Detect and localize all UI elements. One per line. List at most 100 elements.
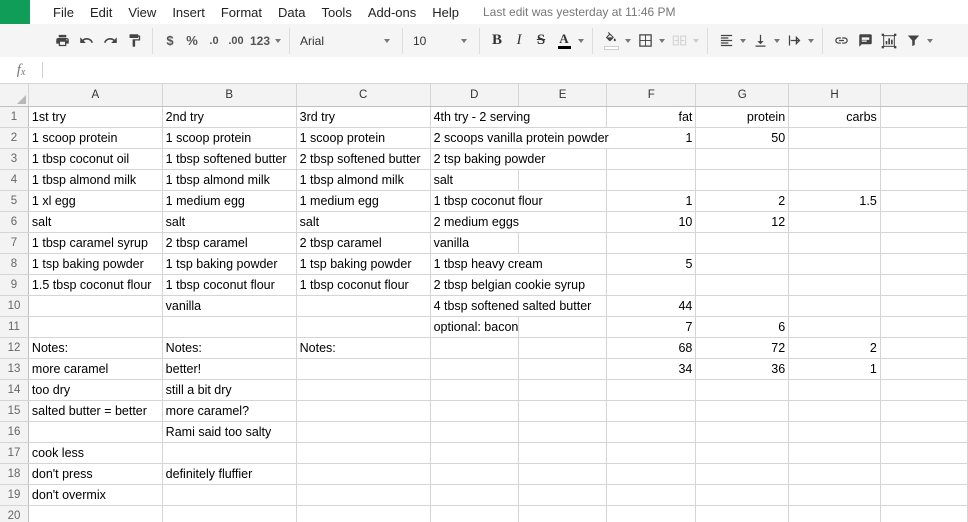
cell-B4[interactable]: 1 tbsp almond milk <box>162 169 297 191</box>
cell-D3[interactable]: 2 tsp baking powder <box>430 148 546 170</box>
cell-A14[interactable]: too dry <box>28 379 163 401</box>
cell-B7[interactable]: 2 tbsp caramel <box>162 232 297 254</box>
vertical-align-icon[interactable] <box>748 29 772 53</box>
row-header-15[interactable]: 15 <box>0 400 29 422</box>
cell-G9[interactable] <box>695 274 790 296</box>
cell-I18[interactable] <box>880 463 968 485</box>
cell-C5[interactable]: 1 medium egg <box>296 190 431 212</box>
cell-H16[interactable] <box>788 421 881 443</box>
cell-H13[interactable]: 1 <box>788 358 881 380</box>
cell-F12[interactable]: 68 <box>606 337 697 359</box>
cell-E18[interactable] <box>518 463 608 485</box>
cell-A4[interactable]: 1 tbsp almond milk <box>28 169 163 191</box>
cell-H9[interactable] <box>788 274 881 296</box>
borders-icon[interactable] <box>633 29 657 53</box>
cell-C3[interactable]: 2 tbsp softened butter <box>296 148 431 170</box>
cell-C6[interactable]: salt <box>296 211 431 233</box>
cell-F7[interactable] <box>606 232 697 254</box>
cell-G19[interactable] <box>695 484 790 506</box>
cell-B15[interactable]: more caramel? <box>162 400 297 422</box>
cell-G3[interactable] <box>695 148 790 170</box>
cell-E19[interactable] <box>518 484 608 506</box>
cell-F11[interactable]: 7 <box>606 316 697 338</box>
cell-H15[interactable] <box>788 400 881 422</box>
cell-C11[interactable] <box>296 316 431 338</box>
cell-G8[interactable] <box>695 253 790 275</box>
cell-A20[interactable] <box>28 505 163 522</box>
last-edit-status[interactable]: Last edit was yesterday at 11:46 PM <box>483 5 676 19</box>
cell-H1[interactable]: carbs <box>788 106 881 128</box>
row-header-7[interactable]: 7 <box>0 232 29 254</box>
cell-I12[interactable] <box>880 337 968 359</box>
cell-I15[interactable] <box>880 400 968 422</box>
cell-E1[interactable] <box>518 106 608 128</box>
cell-C19[interactable] <box>296 484 431 506</box>
cell-I13[interactable] <box>880 358 968 380</box>
print-icon[interactable] <box>50 29 74 53</box>
cell-F17[interactable] <box>606 442 697 464</box>
cell-F19[interactable] <box>606 484 697 506</box>
text-color-chevron-down-icon[interactable] <box>576 29 586 53</box>
row-header-4[interactable]: 4 <box>0 169 29 191</box>
cell-E14[interactable] <box>518 379 608 401</box>
cell-C4[interactable]: 1 tbsp almond milk <box>296 169 431 191</box>
row-header-13[interactable]: 13 <box>0 358 29 380</box>
menu-item-data[interactable]: Data <box>270 3 313 22</box>
cell-A7[interactable]: 1 tbsp caramel syrup <box>28 232 163 254</box>
cell-A15[interactable]: salted butter = better <box>28 400 163 422</box>
insert-link-icon[interactable] <box>829 29 853 53</box>
cell-E13[interactable] <box>518 358 608 380</box>
cell-B19[interactable] <box>162 484 297 506</box>
cell-D17[interactable] <box>430 442 519 464</box>
cell-A6[interactable]: salt <box>28 211 163 233</box>
decrease-decimal-places-button[interactable]: .0 <box>203 29 225 53</box>
column-header-i[interactable] <box>880 83 968 107</box>
cell-D18[interactable] <box>430 463 519 485</box>
cell-B8[interactable]: 1 tsp baking powder <box>162 253 297 275</box>
cell-G13[interactable]: 36 <box>695 358 790 380</box>
cell-G1[interactable]: protein <box>695 106 790 128</box>
cell-B12[interactable]: Notes: <box>162 337 297 359</box>
cell-I16[interactable] <box>880 421 968 443</box>
cell-C15[interactable] <box>296 400 431 422</box>
menu-item-tools[interactable]: Tools <box>313 3 359 22</box>
more-formats-chevron-down-icon[interactable] <box>273 29 283 53</box>
cell-G4[interactable] <box>695 169 790 191</box>
cell-I14[interactable] <box>880 379 968 401</box>
cell-D10[interactable]: 4 tbsp softened salted butter <box>430 295 592 317</box>
cell-A11[interactable] <box>28 316 163 338</box>
cell-D14[interactable] <box>430 379 519 401</box>
cell-H17[interactable] <box>788 442 881 464</box>
strikethrough-button[interactable]: S <box>530 29 552 53</box>
font-size-chevron-down-icon[interactable] <box>459 29 469 53</box>
cell-C10[interactable] <box>296 295 431 317</box>
font-size-select[interactable]: 10 <box>409 29 473 53</box>
cell-D4[interactable]: salt <box>430 169 519 191</box>
cell-I17[interactable] <box>880 442 968 464</box>
text-wrap-icon[interactable] <box>782 29 806 53</box>
cell-D16[interactable] <box>430 421 519 443</box>
cell-F2[interactable]: 1 <box>606 127 697 149</box>
filter-chevron-down-icon[interactable] <box>925 29 935 53</box>
cell-H10[interactable] <box>788 295 881 317</box>
cell-G6[interactable]: 12 <box>695 211 790 233</box>
cell-F8[interactable]: 5 <box>606 253 697 275</box>
row-header-20[interactable]: 20 <box>0 505 29 522</box>
cell-A3[interactable]: 1 tbsp coconut oil <box>28 148 163 170</box>
column-header-e[interactable]: E <box>518 83 608 107</box>
cell-F15[interactable] <box>606 400 697 422</box>
menu-item-view[interactable]: View <box>120 3 164 22</box>
cell-C13[interactable] <box>296 358 431 380</box>
cell-G12[interactable]: 72 <box>695 337 790 359</box>
row-header-9[interactable]: 9 <box>0 274 29 296</box>
cell-D20[interactable] <box>430 505 519 522</box>
column-header-g[interactable]: G <box>695 83 790 107</box>
row-header-8[interactable]: 8 <box>0 253 29 275</box>
column-header-h[interactable]: H <box>788 83 881 107</box>
cell-E7[interactable] <box>518 232 608 254</box>
cell-D15[interactable] <box>430 400 519 422</box>
cell-C1[interactable]: 3rd try <box>296 106 431 128</box>
cell-G18[interactable] <box>695 463 790 485</box>
formula-input[interactable] <box>43 57 968 83</box>
cell-B9[interactable]: 1 tbsp coconut flour <box>162 274 297 296</box>
